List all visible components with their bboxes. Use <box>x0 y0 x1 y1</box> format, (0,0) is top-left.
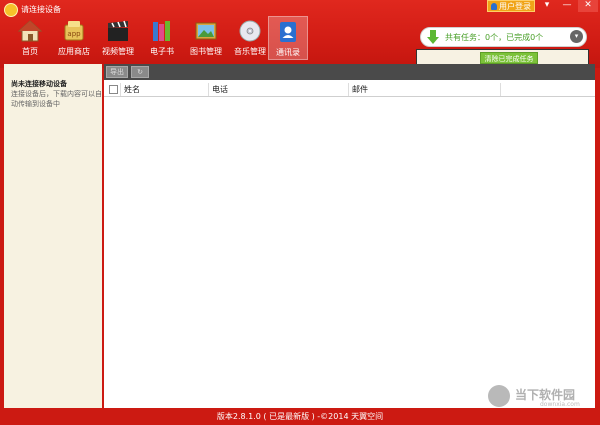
app-store-icon: app <box>64 21 84 41</box>
minimize-button[interactable]: — <box>558 0 576 12</box>
nav-label: 电子书 <box>150 47 174 56</box>
close-button[interactable]: ✕ <box>578 0 598 12</box>
column-divider <box>348 83 349 96</box>
sidebar: 尚未连接移动设备 连接设备后，下载内容可以自动传输到设备中 <box>4 64 102 408</box>
picture-icon <box>195 22 217 40</box>
nav-item-ebook[interactable]: 电子书 <box>142 16 182 60</box>
nav-label: 首页 <box>22 47 38 56</box>
nav-item-contacts[interactable]: 通讯录 <box>268 16 308 60</box>
chevron-down-icon[interactable]: ▾ <box>570 30 583 43</box>
column-header-name[interactable]: 姓名 <box>124 84 140 95</box>
version-status-bar: 版本2.8.1.0 ( 已是最新版 ) -©2014 天翼空间 <box>216 412 384 421</box>
refresh-icon[interactable]: ↻ <box>131 66 149 78</box>
nav-item-video[interactable]: 视频管理 <box>98 16 138 60</box>
column-header-phone[interactable]: 电话 <box>212 84 228 95</box>
nav-label: 图书管理 <box>190 47 222 56</box>
window-menu-button[interactable]: ▾ <box>538 0 556 12</box>
nav-label: 音乐管理 <box>234 47 266 56</box>
user-login-button[interactable]: 用户登录 <box>487 0 535 12</box>
clear-completed-button[interactable]: 清除已完成任务 <box>480 52 538 64</box>
nav-label: 视频管理 <box>102 47 134 56</box>
export-button[interactable]: 导出 <box>106 66 128 78</box>
user-login-label: 用户登录 <box>499 2 531 11</box>
select-all-checkbox[interactable] <box>109 85 118 94</box>
nav-item-app-store[interactable]: app 应用商店 <box>54 16 94 60</box>
download-arrow-icon <box>427 30 439 44</box>
clapperboard-icon <box>108 20 128 41</box>
table-header: 姓名 电话 邮件 <box>104 83 595 97</box>
app-logo-icon <box>4 3 18 17</box>
watermark-subtext: downxia.com <box>540 401 580 408</box>
task-status-text: 共有任务：0个，已完成0个 <box>445 33 544 42</box>
home-icon <box>18 20 42 42</box>
column-divider <box>120 83 121 96</box>
nav-item-music[interactable]: 音乐管理 <box>230 16 270 60</box>
column-divider <box>500 83 501 96</box>
contacts-toolbar: 导出 ↻ <box>104 64 595 80</box>
task-status-box[interactable]: 共有任务：0个，已完成0个 ▾ <box>420 27 587 47</box>
nav-item-picture[interactable]: 图书管理 <box>186 16 226 60</box>
column-divider <box>208 83 209 96</box>
watermark-logo-icon <box>488 385 510 407</box>
nav-item-home[interactable]: 首页 <box>10 16 50 60</box>
books-icon <box>153 21 170 41</box>
user-icon <box>491 3 497 10</box>
column-header-email[interactable]: 邮件 <box>352 84 368 95</box>
device-status-title: 尚未连接移动设备 <box>11 80 67 88</box>
nav-label: 通讯录 <box>276 48 300 57</box>
contacts-icon <box>280 22 296 42</box>
cd-icon <box>239 20 261 42</box>
device-status-description: 连接设备后，下载内容可以自动传输到设备中 <box>11 90 102 108</box>
app-title: 请连接设备 <box>21 5 61 14</box>
nav-label: 应用商店 <box>58 47 90 56</box>
contacts-panel: 导出 ↻ 姓名 电话 邮件 <box>104 64 595 408</box>
svg-text:app: app <box>67 30 81 38</box>
